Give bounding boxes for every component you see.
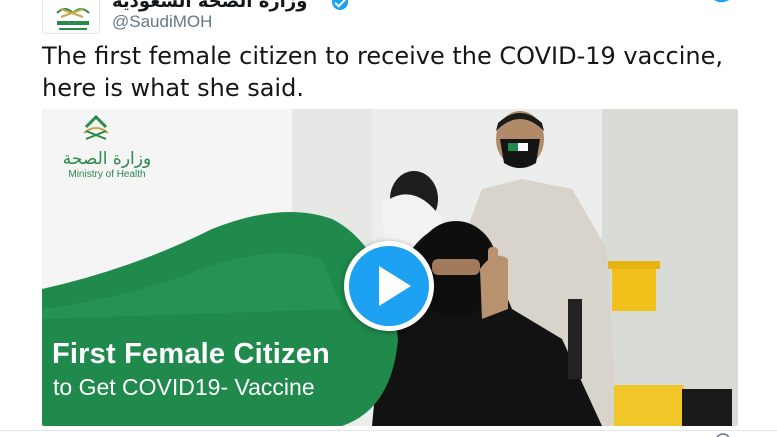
account-handle[interactable]: @SaudiMOH [112, 12, 212, 32]
account-display-name[interactable]: وزارة الصحة السعودية [112, 0, 307, 12]
tweet-text: The first female citizen to receive the … [42, 42, 723, 102]
moh-logo-arabic: وزارة الصحة [62, 149, 152, 169]
video-thumbnail[interactable]: وزارة الصحة Ministry of Health First Fem… [42, 109, 738, 426]
video-banner-subtitle: to Get COVID19- Vaccine [53, 374, 315, 400]
twitter-bird-icon[interactable] [706, 0, 736, 4]
account-avatar[interactable] [42, 0, 100, 34]
action-icon[interactable] [714, 432, 732, 437]
moh-logo-icon [56, 8, 90, 30]
play-icon [379, 266, 411, 306]
moh-logo-english: Ministry of Health [68, 169, 146, 180]
verified-badge-icon [332, 0, 348, 10]
play-button[interactable] [344, 241, 434, 331]
video-banner-title: First Female Citizen [52, 338, 330, 370]
tweet-divider [0, 430, 777, 431]
tweet-card[interactable]: وزارة الصحة السعودية @SaudiMOH The first… [0, 0, 777, 437]
